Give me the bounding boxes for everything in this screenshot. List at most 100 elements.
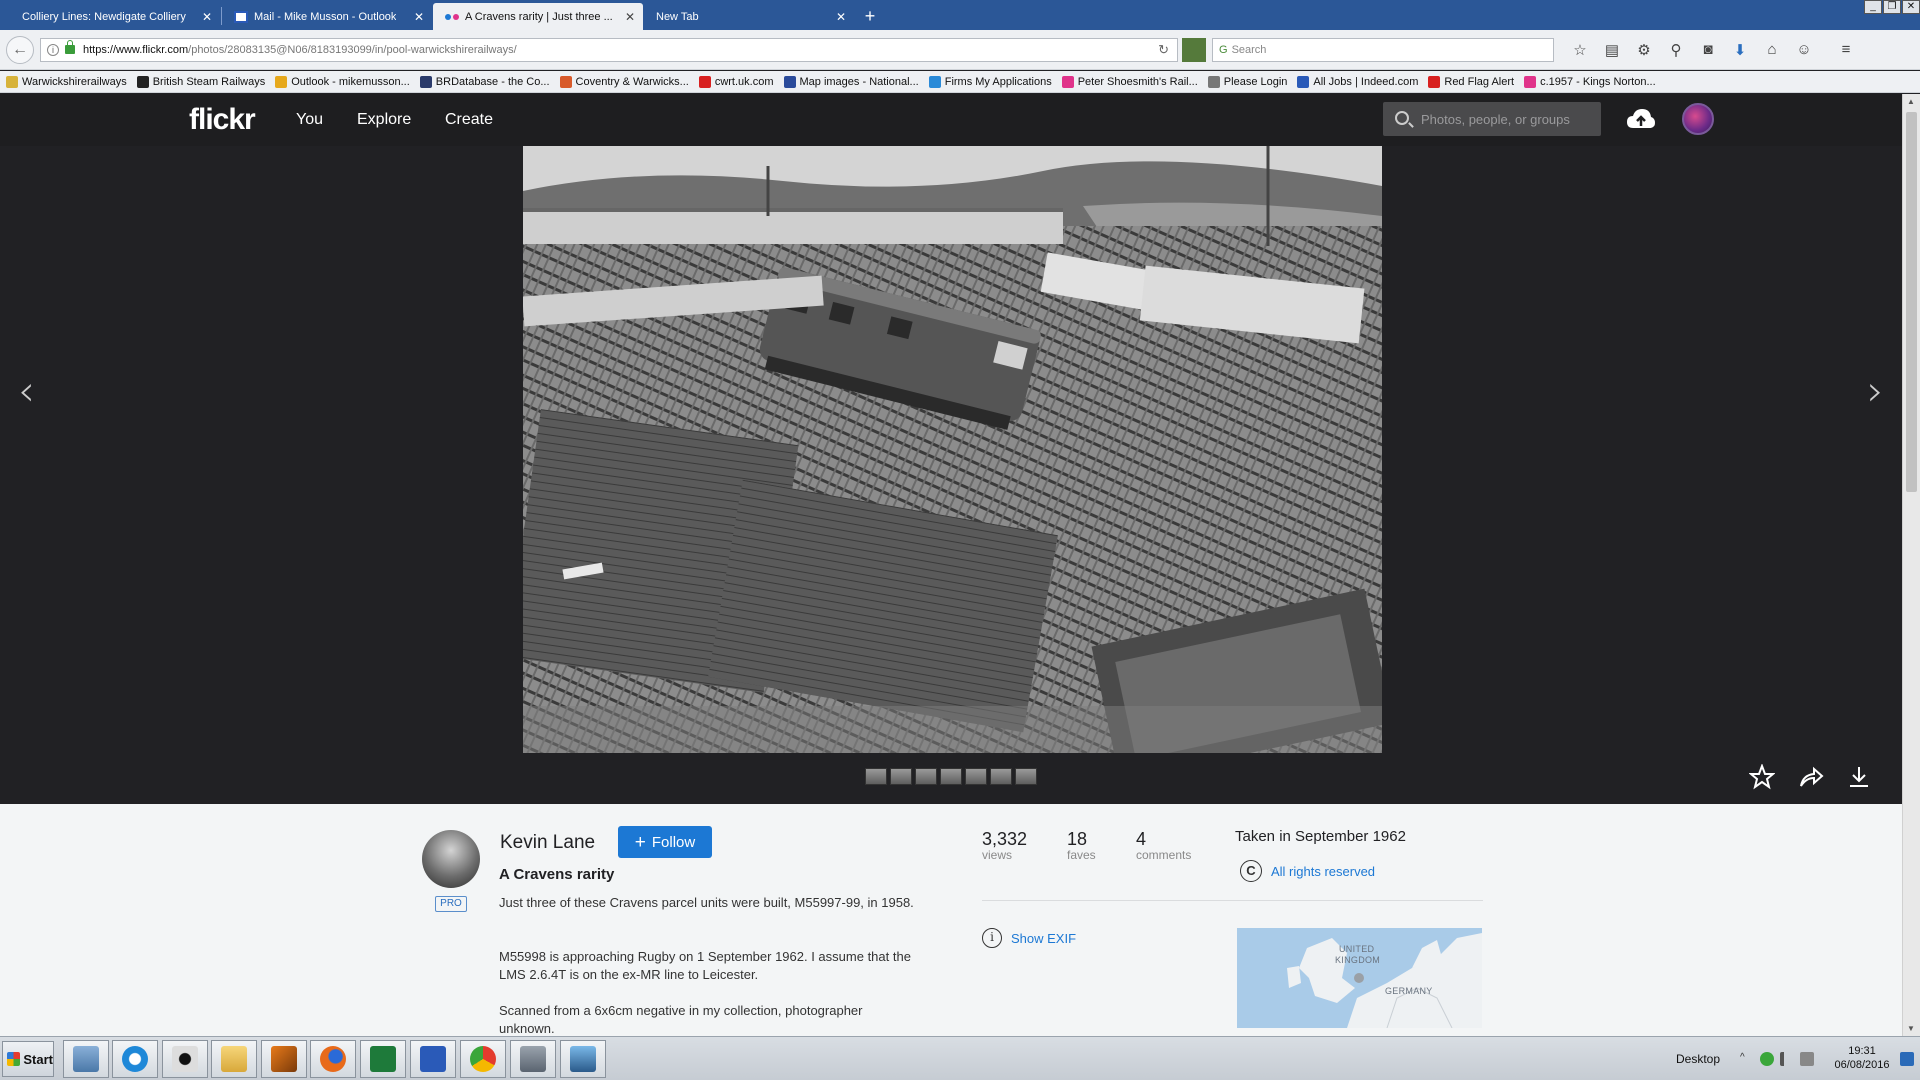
back-button[interactable]: ← [6, 35, 34, 64]
close-icon[interactable]: ✕ [836, 10, 846, 24]
tray-expand-icon[interactable]: ^ [1740, 1052, 1754, 1066]
favorite-star-icon[interactable] [1749, 764, 1775, 790]
stat-comments[interactable]: 4 comments [1136, 829, 1191, 862]
download-icon[interactable]: ⬇ [1724, 41, 1756, 59]
file-explorer-icon[interactable] [211, 1040, 257, 1078]
tab-new-tab[interactable]: New Tab ✕ [644, 3, 854, 30]
filmstrip-thumbnail[interactable] [940, 768, 962, 785]
next-photo-icon[interactable]: › [1867, 366, 1884, 415]
filmstrip-thumbnail[interactable] [890, 768, 912, 785]
tab-outlook-mail[interactable]: Mail - Mike Musson - Outlook ✕ [222, 3, 432, 30]
download-icon[interactable] [1846, 764, 1872, 790]
share-icon[interactable] [1798, 764, 1824, 790]
bookmark-item[interactable]: c.1957 - Kings Norton... [1524, 75, 1656, 88]
bookmark-item[interactable]: British Steam Railways [136, 75, 265, 88]
chat-icon[interactable]: ☺ [1788, 41, 1820, 59]
nav-explore[interactable]: Explore [357, 111, 411, 129]
scroll-thumb[interactable] [1906, 112, 1917, 492]
minimize-icon[interactable]: _ [1864, 0, 1882, 14]
tray-security-icon[interactable] [1760, 1052, 1774, 1066]
page-scrollbar[interactable]: ▲ ▼ [1902, 94, 1920, 1036]
license-link[interactable]: All rights reserved [1271, 864, 1375, 879]
upload-cloud-icon[interactable] [1626, 106, 1656, 132]
close-icon[interactable]: ✕ [414, 10, 424, 24]
bookmark-label: Warwickshirerailways [22, 75, 127, 88]
info-icon[interactable]: i [47, 43, 59, 56]
bookmark-item[interactable]: Peter Shoesmith's Rail... [1061, 75, 1198, 88]
photo-viewer-app-icon[interactable] [560, 1040, 606, 1078]
filmstrip-thumbnail[interactable] [1015, 768, 1037, 785]
flickr-logo[interactable]: flickr [189, 103, 256, 137]
reading-list-icon[interactable]: ▤ [1596, 41, 1628, 59]
location-map[interactable]: UNITED KINGDOM GERMANY [1237, 928, 1482, 1028]
show-desktop-icon[interactable] [1900, 1052, 1914, 1066]
restore-icon[interactable]: ❐ [1883, 0, 1901, 14]
search-placeholder: Search [1231, 43, 1267, 56]
tray-network-icon[interactable] [1780, 1052, 1794, 1066]
show-exif-link[interactable]: Show EXIF [1011, 931, 1076, 946]
close-window-icon[interactable]: ✕ [1902, 0, 1920, 14]
home-icon[interactable]: ⌂ [1756, 41, 1788, 59]
settings-gear-icon[interactable]: ⚙ [1628, 41, 1660, 59]
media-app-icon[interactable] [261, 1040, 307, 1078]
follow-button[interactable]: + Follow [618, 826, 712, 858]
filmstrip-thumbnail[interactable] [965, 768, 987, 785]
start-button[interactable]: Start [2, 1041, 54, 1077]
close-icon[interactable]: ✕ [202, 10, 212, 24]
nav-create[interactable]: Create [445, 111, 493, 129]
word-icon[interactable] [410, 1040, 456, 1078]
calculator-icon[interactable] [63, 1040, 109, 1078]
owner-name[interactable]: Kevin Lane [500, 832, 595, 854]
url-bar[interactable]: i https://www.flickr.com /photos/2808313… [40, 37, 1178, 62]
copyright-icon: C [1240, 860, 1262, 882]
filmstrip-thumbnail[interactable] [990, 768, 1012, 785]
extension-icon[interactable] [1182, 37, 1206, 62]
flickr-search-input[interactable]: Photos, people, or groups [1383, 102, 1601, 136]
follow-label: Follow [651, 833, 696, 851]
bookmark-star-icon[interactable]: ☆ [1564, 41, 1596, 59]
bookmark-item[interactable]: Firms My Applications [928, 75, 1052, 88]
scroll-up-icon[interactable]: ▲ [1907, 97, 1915, 106]
tray-volume-icon[interactable] [1800, 1052, 1814, 1066]
bookmark-item[interactable]: Please Login [1207, 75, 1287, 88]
tab-colliery-lines[interactable]: Colliery Lines: Newdigate Colliery ✕ [10, 3, 220, 30]
chrome-icon[interactable] [460, 1040, 506, 1078]
system-clock[interactable]: 19:31 06/08/2016 [1832, 1044, 1892, 1072]
bookmark-label: BRDatabase - the Co... [435, 75, 550, 88]
bookmark-item[interactable]: Coventry & Warwicks... [559, 75, 689, 88]
internet-explorer-icon[interactable] [112, 1040, 158, 1078]
browser-search-input[interactable]: G Search [1212, 37, 1554, 62]
taken-date[interactable]: Taken in September 1962 [1235, 828, 1406, 845]
pocket-icon[interactable]: ◙ [1692, 41, 1724, 59]
close-icon[interactable]: ✕ [625, 10, 635, 24]
bookmark-item[interactable]: Outlook - mikemusson... [275, 75, 410, 88]
new-tab-button[interactable]: + [855, 3, 885, 30]
excel-icon[interactable] [360, 1040, 406, 1078]
stat-faves[interactable]: 18 faves [1067, 829, 1096, 862]
bookmark-favicon-icon [1524, 75, 1537, 88]
owner-avatar[interactable] [422, 830, 480, 888]
reload-icon[interactable]: ↻ [1158, 42, 1169, 58]
tab-flickr-photo[interactable]: A Cravens rarity | Just three ... ✕ [433, 3, 643, 30]
firefox-icon[interactable] [310, 1040, 356, 1078]
bookmark-item[interactable]: cwrt.uk.com [698, 75, 774, 88]
menu-icon[interactable]: ≡ [1830, 41, 1862, 59]
pro-badge: PRO [435, 896, 467, 912]
filmstrip-thumbnail[interactable] [915, 768, 937, 785]
bookmark-item[interactable]: All Jobs | Indeed.com [1297, 75, 1418, 88]
eye-app-icon[interactable] [162, 1040, 208, 1078]
bookmark-item[interactable]: Warwickshirerailways [6, 75, 127, 88]
user-avatar[interactable] [1682, 103, 1714, 135]
nav-you[interactable]: You [296, 111, 323, 129]
search-icon[interactable]: ⚲ [1660, 41, 1692, 59]
bookmark-item[interactable]: Map images - National... [783, 75, 919, 88]
mail-icon [234, 10, 248, 23]
bookmark-item[interactable]: BRDatabase - the Co... [419, 75, 550, 88]
filmstrip-thumbnail[interactable] [865, 768, 887, 785]
scroll-down-icon[interactable]: ▼ [1907, 1024, 1915, 1033]
desktop-toolbar-label[interactable]: Desktop [1676, 1052, 1720, 1066]
previous-photo-icon[interactable]: ‹ [18, 366, 35, 415]
network-app-icon[interactable] [510, 1040, 556, 1078]
bookmark-item[interactable]: Red Flag Alert [1428, 75, 1514, 88]
bookmark-label: cwrt.uk.com [714, 75, 774, 88]
